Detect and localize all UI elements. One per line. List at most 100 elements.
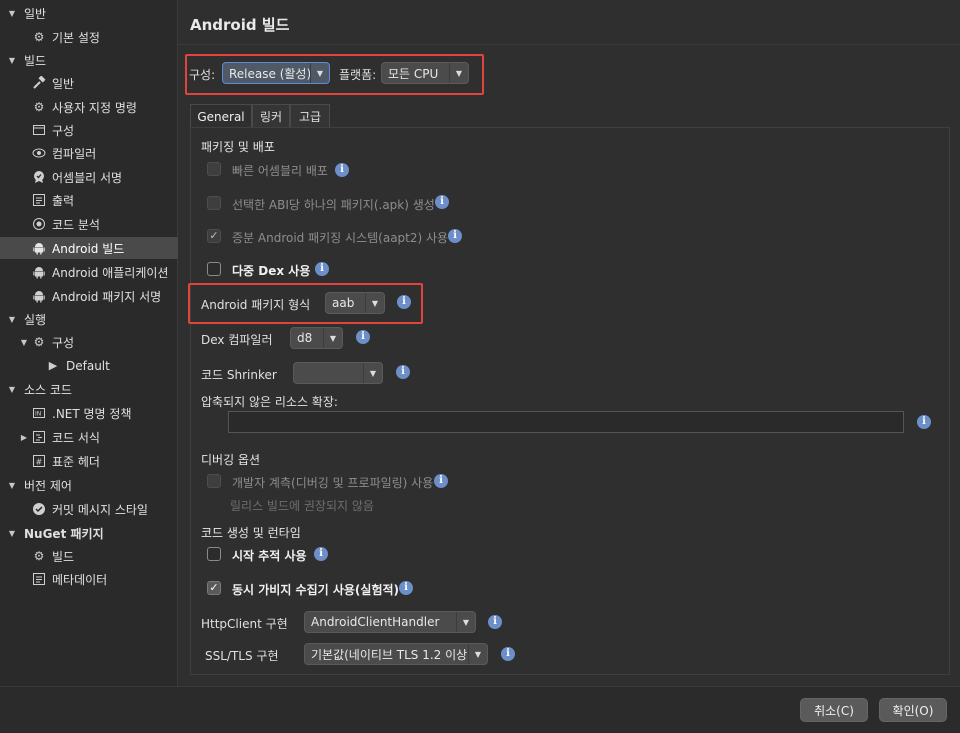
sidebar-item-nuget-group[interactable]: ▼ NuGet 패키지 <box>0 522 183 544</box>
sidebar-item-label: 표준 헤더 <box>52 454 100 469</box>
concurrent-gc-checkbox[interactable]: ✓ <box>207 581 221 595</box>
fast-deploy-checkbox[interactable] <box>207 162 221 176</box>
info-icon[interactable]: i <box>501 647 515 661</box>
settings-sidebar: ▼ 일반 ⚙ 기본 설정 ▼ 빌드 일반 ⚙ 사용자 지정 명령 구성 컴파일러… <box>0 0 209 686</box>
info-icon[interactable]: i <box>488 615 502 629</box>
badge-icon <box>32 170 46 184</box>
tab-label: 고급 <box>298 110 322 124</box>
android-icon <box>32 241 46 255</box>
chevron-down-icon: ▼ <box>310 63 329 83</box>
sidebar-item-label: 소스 코드 <box>24 382 72 397</box>
info-icon[interactable]: i <box>434 474 448 488</box>
platform-select-value: 모든 CPU <box>388 66 439 81</box>
tab-label: General <box>197 109 245 124</box>
list-icon <box>32 572 46 586</box>
info-icon[interactable]: i <box>315 262 329 276</box>
section-heading-debugging: 디버깅 옵션 <box>201 453 261 467</box>
tab-linker[interactable]: 링커 <box>252 104 290 128</box>
sidebar-item-source-code-group[interactable]: ▼ 소스 코드 <box>0 378 183 400</box>
info-icon[interactable]: i <box>435 195 449 209</box>
concurrent-gc-label: 동시 가비지 수집기 사용(실험적) <box>232 583 400 597</box>
chevron-down-icon: ▼ <box>365 293 384 313</box>
sidebar-item-run-group[interactable]: ▼ 실행 <box>0 308 183 330</box>
sidebar-item-label: 코드 분석 <box>52 217 100 232</box>
sidebar-item-label: .NET 명명 정책 <box>52 406 132 421</box>
divider <box>178 44 960 45</box>
sidebar-item-label: 빌드 <box>24 53 47 68</box>
info-icon[interactable]: i <box>917 415 931 429</box>
ok-button[interactable]: 확인(O) <box>879 698 947 722</box>
aapt2-label: 증분 Android 패키징 시스템(aapt2) 사용 <box>232 231 449 245</box>
sidebar-item-run-configurations[interactable]: ▼ ⚙ 구성 <box>0 331 195 353</box>
settings-panel: Android 빌드 구성: Release (활성) ▼ 플랫폼: 모든 CP… <box>178 0 960 686</box>
section-heading-packaging: 패키징 및 배포 <box>201 140 275 154</box>
sidebar-item-version-control-group[interactable]: ▼ 버전 제어 <box>0 474 183 496</box>
sidebar-item-label: Default <box>66 359 110 373</box>
tab-advanced[interactable]: 고급 <box>290 104 330 128</box>
info-icon[interactable]: i <box>399 581 413 595</box>
expand-arrow-icon[interactable]: ▼ <box>6 481 18 490</box>
sidebar-item-label: 버전 제어 <box>24 478 72 493</box>
info-icon[interactable]: i <box>448 229 462 243</box>
abi-apk-label: 선택한 ABI당 하나의 패키지(.apk) 생성 <box>232 198 435 212</box>
config-select[interactable]: Release (활성) ▼ <box>222 62 330 84</box>
sidebar-item-label: NuGet 패키지 <box>24 526 104 541</box>
shrinker-select[interactable]: ▼ <box>293 362 383 384</box>
sidebar-item-label: Android 패키지 서명 <box>52 289 162 304</box>
sidebar-item-label: 구성 <box>52 335 75 350</box>
httpclient-select[interactable]: AndroidClientHandler ▼ <box>304 611 476 633</box>
ok-button-label: 확인(O) <box>892 703 934 718</box>
hash-icon: # <box>32 454 46 468</box>
expand-arrow-icon[interactable]: ▶ <box>18 433 30 442</box>
expand-arrow-icon[interactable]: ▼ <box>6 385 18 394</box>
cancel-button[interactable]: 취소(C) <box>800 698 868 722</box>
info-icon[interactable]: i <box>397 295 411 309</box>
expand-arrow-icon[interactable]: ▼ <box>6 529 18 538</box>
platform-label: 플랫폼: <box>339 68 377 82</box>
dex-compiler-label: Dex 컴파일러 <box>201 333 273 347</box>
expand-arrow-icon[interactable]: ▼ <box>18 338 30 347</box>
uncompressed-resources-input[interactable] <box>228 411 904 433</box>
info-icon[interactable]: i <box>396 365 410 379</box>
abi-apk-checkbox[interactable] <box>207 196 221 210</box>
android-icon <box>32 289 46 303</box>
sidebar-item-label: 컴파일러 <box>52 146 97 161</box>
sidebar-item-label: Android 애플리케이션 <box>52 265 169 280</box>
gear-icon: ⚙ <box>33 335 45 349</box>
tab-general[interactable]: General <box>190 104 252 128</box>
expand-arrow-icon[interactable]: ▼ <box>6 9 18 18</box>
check-circle-icon <box>32 502 46 516</box>
platform-select[interactable]: 모든 CPU ▼ <box>381 62 469 84</box>
multidex-checkbox[interactable] <box>207 262 221 276</box>
expand-arrow-icon[interactable]: ▼ <box>6 315 18 324</box>
info-icon[interactable]: i <box>314 547 328 561</box>
sidebar-item-label: Android 빌드 <box>52 241 125 256</box>
sidebar-item-code-formatting[interactable]: ▶ 코드 서식 <box>0 426 195 448</box>
dex-compiler-value: d8 <box>297 331 313 345</box>
fast-deploy-label: 빠른 어셈블리 배포 <box>232 164 328 178</box>
sidebar-item-label: 출력 <box>52 193 75 208</box>
sidebar-item-label: 일반 <box>52 76 75 91</box>
expand-arrow-icon[interactable]: ▼ <box>6 56 18 65</box>
dev-instrumentation-checkbox[interactable] <box>207 474 221 488</box>
info-icon[interactable]: i <box>356 330 370 344</box>
ssl-select[interactable]: 기본값(네이티브 TLS 1.2 이상) ▼ <box>304 643 488 665</box>
dev-instrumentation-note: 릴리스 빌드에 권장되지 않음 <box>230 499 374 513</box>
package-format-select[interactable]: aab ▼ <box>325 292 385 314</box>
uncompressed-resources-label: 압축되지 않은 리소스 확장: <box>201 395 338 409</box>
sidebar-item-label: 기본 설정 <box>52 30 100 45</box>
gear-icon: ⚙ <box>33 30 45 44</box>
window-icon <box>32 123 46 137</box>
dex-compiler-select[interactable]: d8 ▼ <box>290 327 343 349</box>
chevron-down-icon: ▼ <box>449 63 468 83</box>
sidebar-item-general-group[interactable]: ▼ 일반 <box>0 2 183 24</box>
sidebar-item-build-group[interactable]: ▼ 빌드 <box>0 49 183 71</box>
httpclient-label: HttpClient 구현 <box>201 617 288 631</box>
android-icon <box>32 265 46 279</box>
ssl-label: SSL/TLS 구현 <box>205 649 279 663</box>
aapt2-checkbox[interactable]: ✓ <box>207 229 221 243</box>
chevron-down-icon: ▼ <box>323 328 342 348</box>
sidebar-item-label: 구성 <box>52 123 75 138</box>
startup-tracing-checkbox[interactable] <box>207 547 221 561</box>
info-icon[interactable]: i <box>335 163 349 177</box>
